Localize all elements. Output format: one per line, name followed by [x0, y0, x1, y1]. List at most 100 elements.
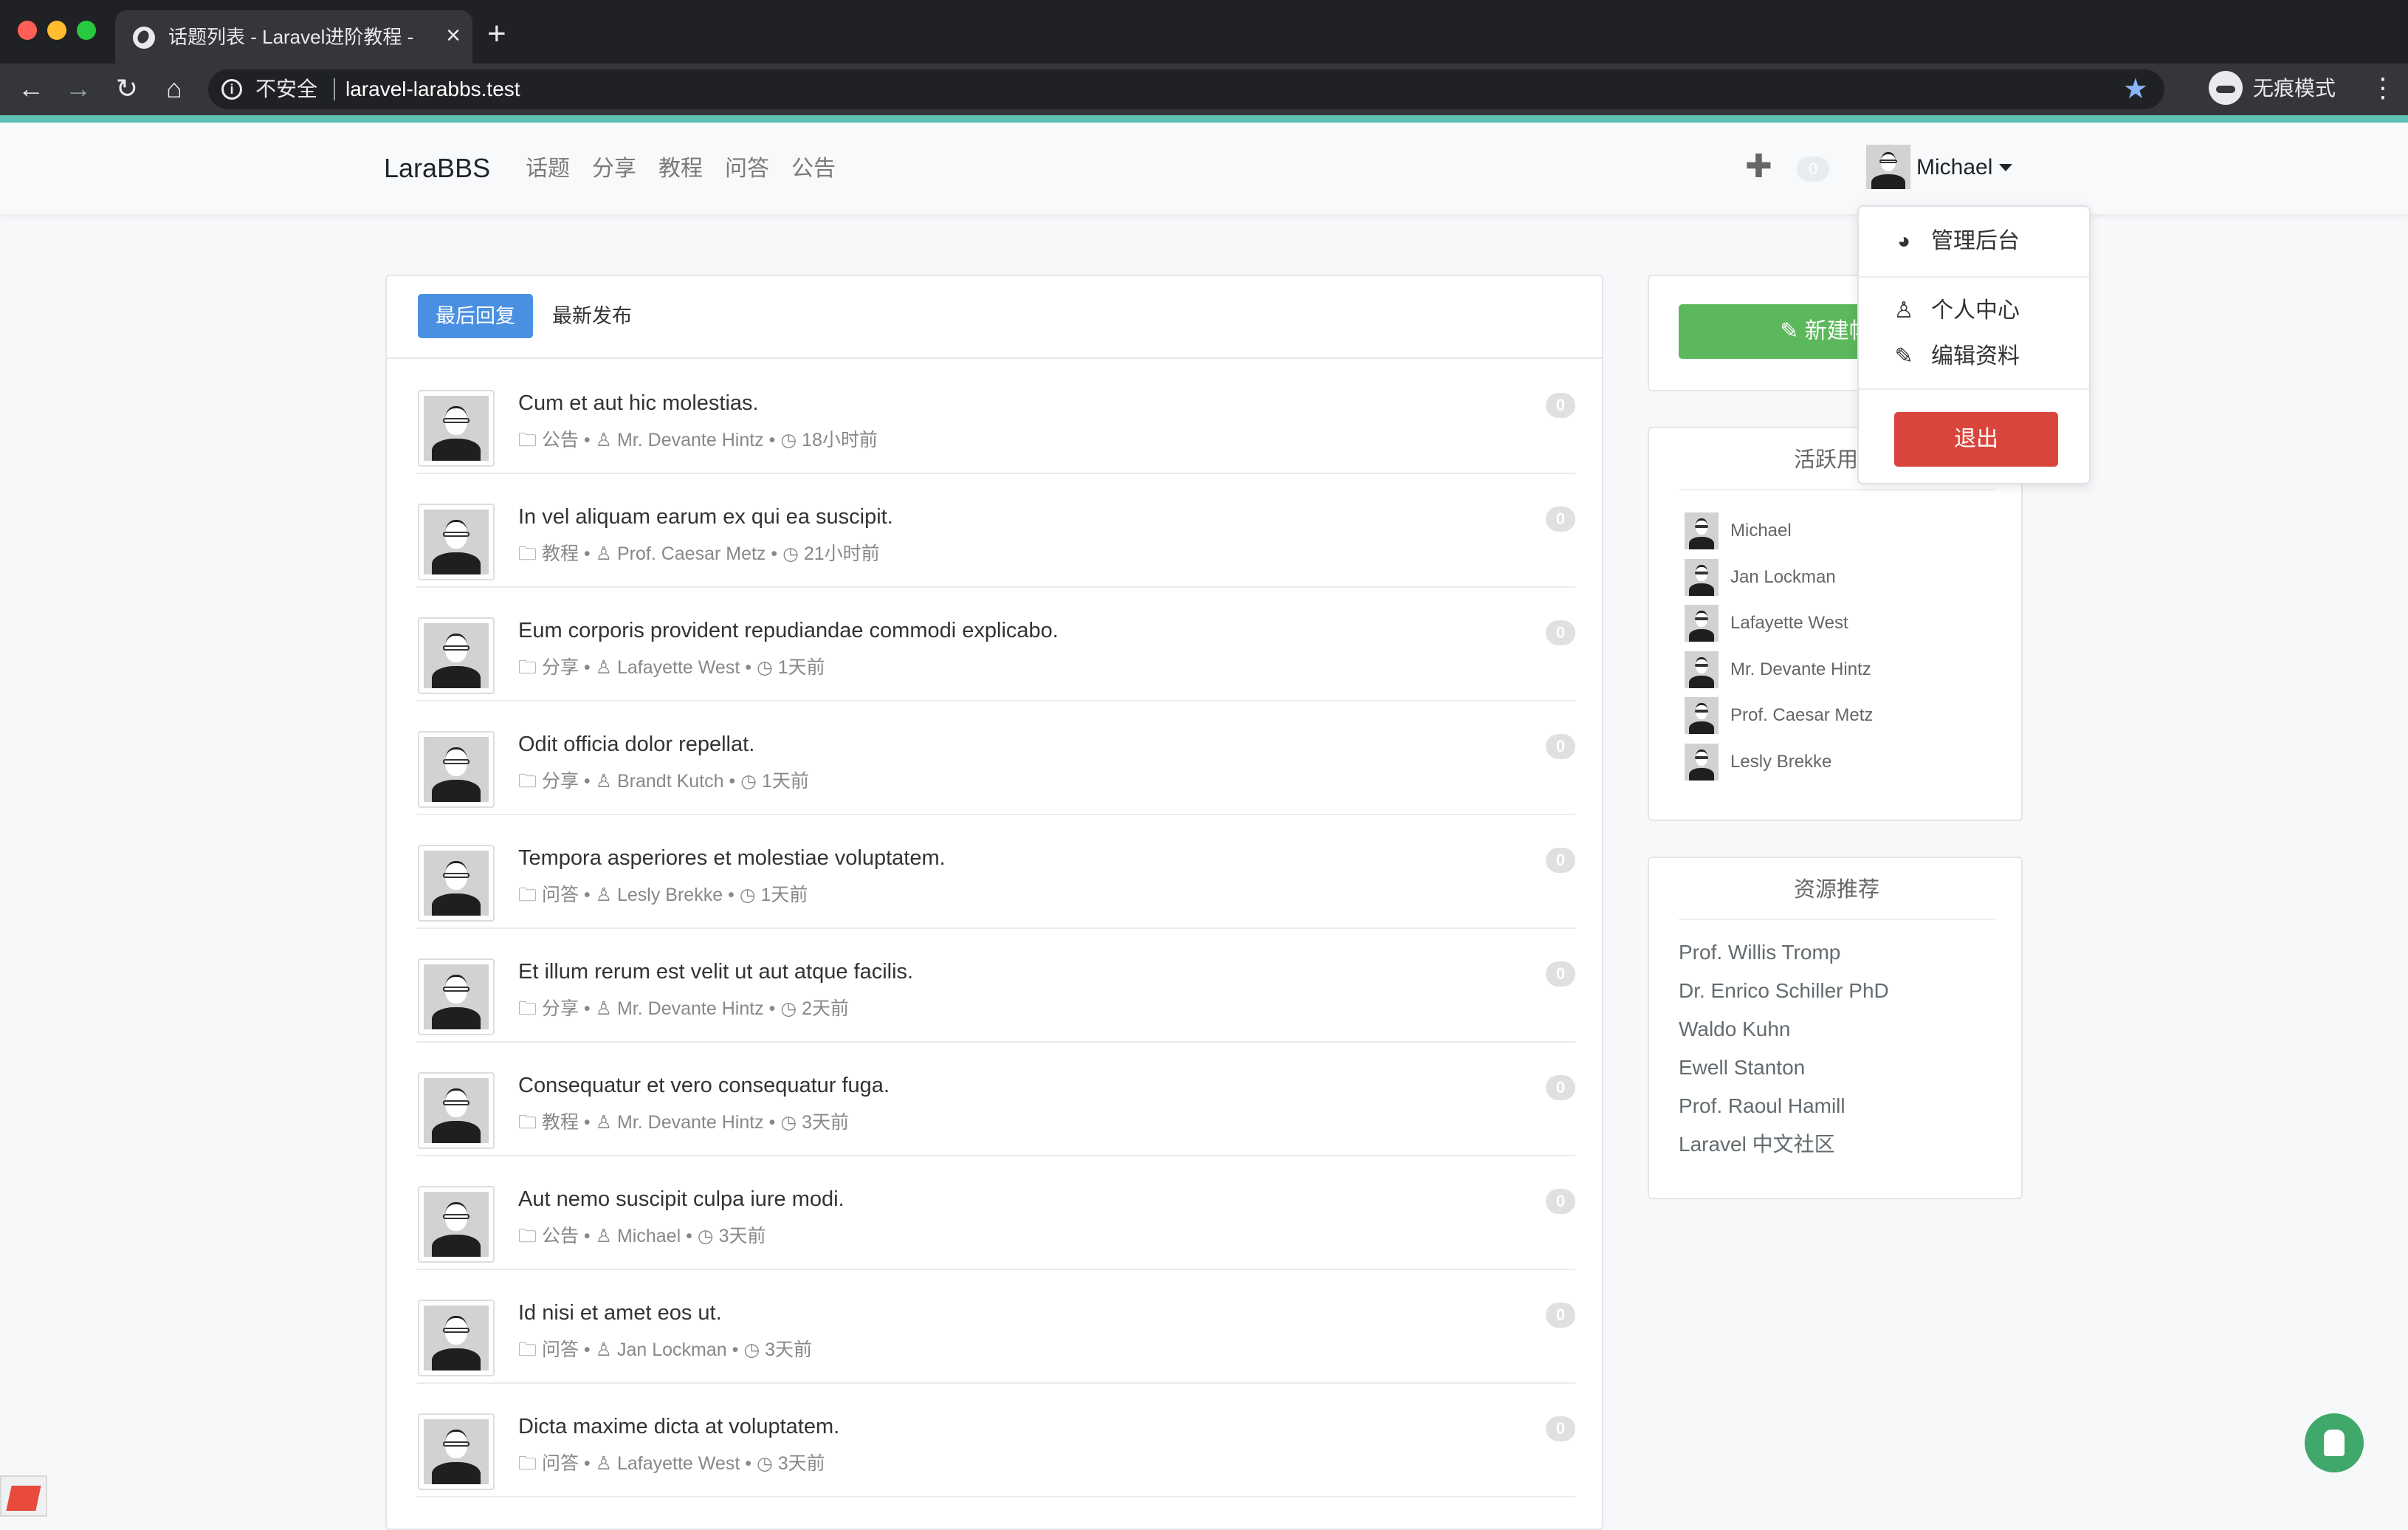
reload-icon[interactable]: ↻: [111, 72, 143, 105]
reply-count-badge[interactable]: 0: [1546, 620, 1575, 645]
topic-title-link[interactable]: Aut nemo suscipit culpa iure modi.: [518, 1186, 844, 1212]
topic-title-link[interactable]: Eum corporis provident repudiandae commo…: [518, 617, 1059, 644]
topic-title-link[interactable]: Consequatur et vero consequatur fuga.: [518, 1072, 890, 1099]
author-avatar[interactable]: [418, 958, 495, 1035]
topic-author[interactable]: Michael: [617, 1226, 681, 1246]
address-bar[interactable]: i 不安全 laravel-larabbs.test ★: [208, 69, 2164, 109]
resource-link[interactable]: Prof. Raoul Hamill: [1679, 1093, 1845, 1119]
reply-count-badge[interactable]: 0: [1546, 393, 1575, 418]
reply-count-badge[interactable]: 0: [1546, 1189, 1575, 1214]
author-avatar[interactable]: [418, 390, 495, 467]
topic-author[interactable]: Brandt Kutch: [617, 771, 724, 792]
topic-author[interactable]: Lesly Brekke: [617, 885, 723, 905]
topic-category[interactable]: 问答: [542, 1453, 579, 1474]
topic-row[interactable]: Et illum rerum est velit ut aut atque fa…: [416, 929, 1575, 1043]
floating-helper-button[interactable]: [2305, 1413, 2364, 1472]
topic-author[interactable]: Lafayette West: [617, 657, 740, 678]
resource-link[interactable]: Prof. Willis Tromp: [1679, 939, 1840, 966]
info-icon[interactable]: i: [221, 79, 242, 100]
active-user-avatar[interactable]: [1685, 743, 1719, 781]
minimize-window-button[interactable]: [47, 21, 66, 40]
caret-down-icon[interactable]: [1999, 164, 2012, 171]
debug-toolbar-icon[interactable]: [0, 1475, 47, 1517]
topic-row[interactable]: Consequatur et vero consequatur fuga. 🗀 教…: [416, 1043, 1575, 1156]
topic-category[interactable]: 公告: [542, 430, 579, 450]
user-avatar[interactable]: [1866, 145, 1910, 189]
tab-newest[interactable]: 最新发布: [552, 294, 632, 338]
topic-author[interactable]: Lafayette West: [617, 1453, 740, 1474]
reply-count-badge[interactable]: 0: [1546, 1303, 1575, 1328]
topic-row[interactable]: In vel aliquam earum ex qui ea suscipit.…: [416, 474, 1575, 588]
reply-count-badge[interactable]: 0: [1546, 507, 1575, 532]
nav-link-tutorial[interactable]: 教程: [658, 155, 703, 183]
topic-author[interactable]: Prof. Caesar Metz: [617, 543, 766, 564]
nav-link-announcement[interactable]: 公告: [791, 155, 836, 183]
topic-title-link[interactable]: In vel aliquam earum ex qui ea suscipit.: [518, 504, 893, 530]
tab-close-button[interactable]: ×: [446, 21, 461, 50]
topic-category[interactable]: 分享: [542, 771, 579, 792]
author-avatar[interactable]: [418, 1413, 495, 1490]
back-icon[interactable]: ←: [15, 72, 47, 105]
topic-title-link[interactable]: Odit officia dolor repellat.: [518, 731, 754, 758]
topic-title-link[interactable]: Et illum rerum est velit ut aut atque fa…: [518, 958, 913, 985]
active-user-name[interactable]: Jan Lockman: [1730, 565, 1836, 590]
nav-link-qa[interactable]: 问答: [725, 155, 769, 183]
star-icon[interactable]: ★: [2123, 74, 2148, 105]
more-icon[interactable]: ⋮: [2370, 71, 2396, 105]
author-avatar[interactable]: [418, 1072, 495, 1149]
author-avatar[interactable]: [418, 731, 495, 808]
user-menu-toggle[interactable]: Michael: [1916, 154, 1992, 182]
active-user-avatar[interactable]: [1685, 558, 1719, 596]
active-user-name[interactable]: Mr. Devante Hintz: [1730, 657, 1871, 682]
active-user-avatar[interactable]: [1685, 605, 1719, 642]
reply-count-badge[interactable]: 0: [1546, 1075, 1575, 1100]
topic-category[interactable]: 问答: [542, 885, 579, 905]
reply-count-badge[interactable]: 0: [1546, 848, 1575, 873]
active-user-name[interactable]: Michael: [1730, 518, 1792, 543]
topic-title-link[interactable]: Cum et aut hic molestias.: [518, 390, 759, 416]
topic-row[interactable]: Odit officia dolor repellat. 🗀 分享 • ♙ Bra…: [416, 701, 1575, 815]
topic-category[interactable]: 分享: [542, 657, 579, 678]
topic-category[interactable]: 问答: [542, 1339, 579, 1360]
maximize-window-button[interactable]: [77, 21, 96, 40]
close-window-button[interactable]: [18, 21, 37, 40]
topic-author[interactable]: Jan Lockman: [617, 1339, 727, 1360]
create-topic-plus-icon[interactable]: ✚: [1745, 149, 1772, 185]
home-icon[interactable]: ⌂: [158, 72, 190, 105]
topic-row[interactable]: Tempora asperiores et molestiae voluptat…: [416, 815, 1575, 929]
author-avatar[interactable]: [418, 617, 495, 694]
topic-author[interactable]: Mr. Devante Hintz: [617, 998, 764, 1019]
browser-tab[interactable]: 话题列表 - Laravel进阶教程 - Po ×: [115, 10, 472, 64]
topic-row[interactable]: Eum corporis provident repudiandae commo…: [416, 588, 1575, 701]
topic-category[interactable]: 教程: [542, 543, 579, 564]
topic-row[interactable]: Cum et aut hic molestias. 🗀 公告 • ♙ Mr. De…: [416, 360, 1575, 474]
author-avatar[interactable]: [418, 504, 495, 580]
new-tab-button[interactable]: +: [487, 16, 506, 52]
active-user-avatar[interactable]: [1685, 697, 1719, 734]
active-user-name[interactable]: Lesly Brekke: [1730, 749, 1831, 775]
topic-row[interactable]: Id nisi et amet eos ut. 🗀 问答 • ♙ Jan Lock…: [416, 1270, 1575, 1384]
active-user-avatar[interactable]: [1685, 651, 1719, 688]
topic-row[interactable]: Dicta maxime dicta at voluptatem. 🗀 问答 • …: [416, 1384, 1575, 1498]
topic-category[interactable]: 公告: [542, 1226, 579, 1246]
resource-link[interactable]: Ewell Stanton: [1679, 1054, 1805, 1081]
topic-title-link[interactable]: Id nisi et amet eos ut.: [518, 1300, 722, 1326]
site-brand[interactable]: LaraBBS: [384, 152, 490, 185]
topic-author[interactable]: Mr. Devante Hintz: [617, 430, 764, 450]
url-text[interactable]: laravel-larabbs.test: [345, 77, 520, 102]
active-user-name[interactable]: Prof. Caesar Metz: [1730, 703, 1873, 728]
reply-count-badge[interactable]: 0: [1546, 734, 1575, 759]
reply-count-badge[interactable]: 0: [1546, 961, 1575, 987]
active-user-name[interactable]: Lafayette West: [1730, 611, 1848, 636]
author-avatar[interactable]: [418, 1300, 495, 1376]
topic-title-link[interactable]: Dicta maxime dicta at voluptatem.: [518, 1413, 839, 1440]
active-user-avatar[interactable]: [1685, 512, 1719, 549]
author-avatar[interactable]: [418, 1186, 495, 1263]
resource-link[interactable]: Waldo Kuhn: [1679, 1016, 1791, 1043]
topic-author[interactable]: Mr. Devante Hintz: [617, 1112, 764, 1133]
notification-badge[interactable]: 0: [1797, 157, 1829, 182]
topic-category[interactable]: 分享: [542, 998, 579, 1019]
resource-link[interactable]: Laravel 中文社区: [1679, 1131, 1835, 1158]
topic-title-link[interactable]: Tempora asperiores et molestiae voluptat…: [518, 845, 946, 871]
reply-count-badge[interactable]: 0: [1546, 1416, 1575, 1441]
